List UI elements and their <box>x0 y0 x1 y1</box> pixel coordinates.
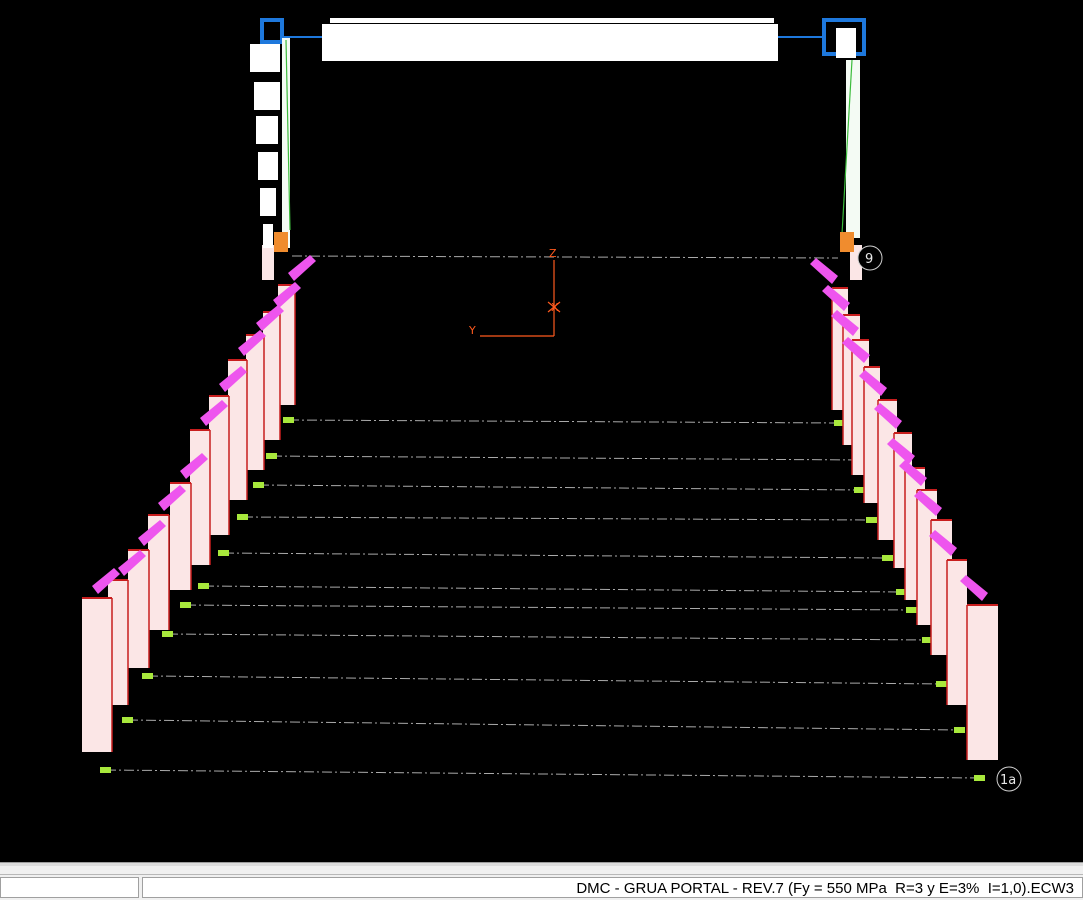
support-node <box>198 583 209 589</box>
grid-line <box>223 552 889 559</box>
support-node <box>180 602 191 608</box>
model-3d-viewport[interactable]: Z X Y 9 1a <box>0 0 1083 862</box>
support-node <box>237 514 248 520</box>
grid-line <box>242 516 873 521</box>
grid-line <box>127 719 961 731</box>
grid-line <box>203 585 903 593</box>
column <box>967 605 998 760</box>
x-axis-label: X <box>551 301 559 314</box>
leg-panel <box>256 116 278 144</box>
grid-bubble-1a[interactable]: 1a <box>996 766 1022 792</box>
support-node <box>866 517 877 523</box>
leg-panel <box>846 60 860 238</box>
horizontal-scrollbar[interactable] <box>0 866 1083 875</box>
support-node <box>218 550 229 556</box>
column <box>263 312 280 440</box>
grid-line <box>105 769 981 779</box>
support-node <box>974 775 985 781</box>
girder <box>322 24 778 61</box>
support-node <box>266 453 277 459</box>
support-node <box>100 767 111 773</box>
grid-line <box>271 455 859 461</box>
leg-panel <box>260 188 276 216</box>
crane-beam <box>288 255 316 281</box>
support-node <box>882 555 893 561</box>
girder-top-flange <box>330 18 774 23</box>
leg-panel <box>250 44 280 72</box>
support-node <box>253 482 264 488</box>
crane-beam <box>810 258 838 284</box>
column <box>262 245 274 280</box>
grid-line <box>291 255 839 259</box>
axis-triad: Z X Y <box>468 247 561 337</box>
right-end-block <box>836 28 856 58</box>
model-file-name: DMC - GRUA PORTAL - REV.7 (Fy = 550 MPa … <box>576 880 1074 897</box>
support-node <box>283 417 294 423</box>
column <box>190 430 210 565</box>
column <box>82 598 112 752</box>
structure-drawing[interactable]: Z X Y 9 1a <box>0 0 1083 862</box>
y-axis-label: Y <box>468 324 476 337</box>
grid-line <box>147 675 943 685</box>
support-node <box>906 607 917 613</box>
grid-line <box>185 604 913 611</box>
grid-line <box>258 484 861 491</box>
support-node <box>936 681 947 687</box>
grid-line <box>288 419 841 424</box>
leg-panel <box>263 224 273 248</box>
leg-bracing <box>282 38 290 248</box>
z-axis-label: Z <box>549 247 557 260</box>
leg-base-plate <box>840 232 854 252</box>
leg-base-plate <box>274 232 288 252</box>
crane-portal-frame <box>250 18 866 252</box>
grid-bubble-label: 9 <box>865 252 873 267</box>
left-end-truck <box>260 18 284 44</box>
support-node <box>122 717 133 723</box>
status-pane-right: DMC - GRUA PORTAL - REV.7 (Fy = 550 MPa … <box>142 877 1083 898</box>
support-node <box>142 673 153 679</box>
grid-bubble-9[interactable]: 9 <box>857 245 883 271</box>
support-node <box>162 631 173 637</box>
leg-panel <box>254 82 280 110</box>
grid-line <box>167 633 929 641</box>
left-column-line <box>82 245 316 752</box>
column <box>246 335 264 470</box>
status-pane-left <box>0 877 139 898</box>
leg-panel <box>258 152 278 180</box>
grid-bubble-label: 1a <box>1000 773 1016 788</box>
support-node <box>954 727 965 733</box>
status-bar: DMC - GRUA PORTAL - REV.7 (Fy = 550 MPa … <box>0 875 1083 900</box>
